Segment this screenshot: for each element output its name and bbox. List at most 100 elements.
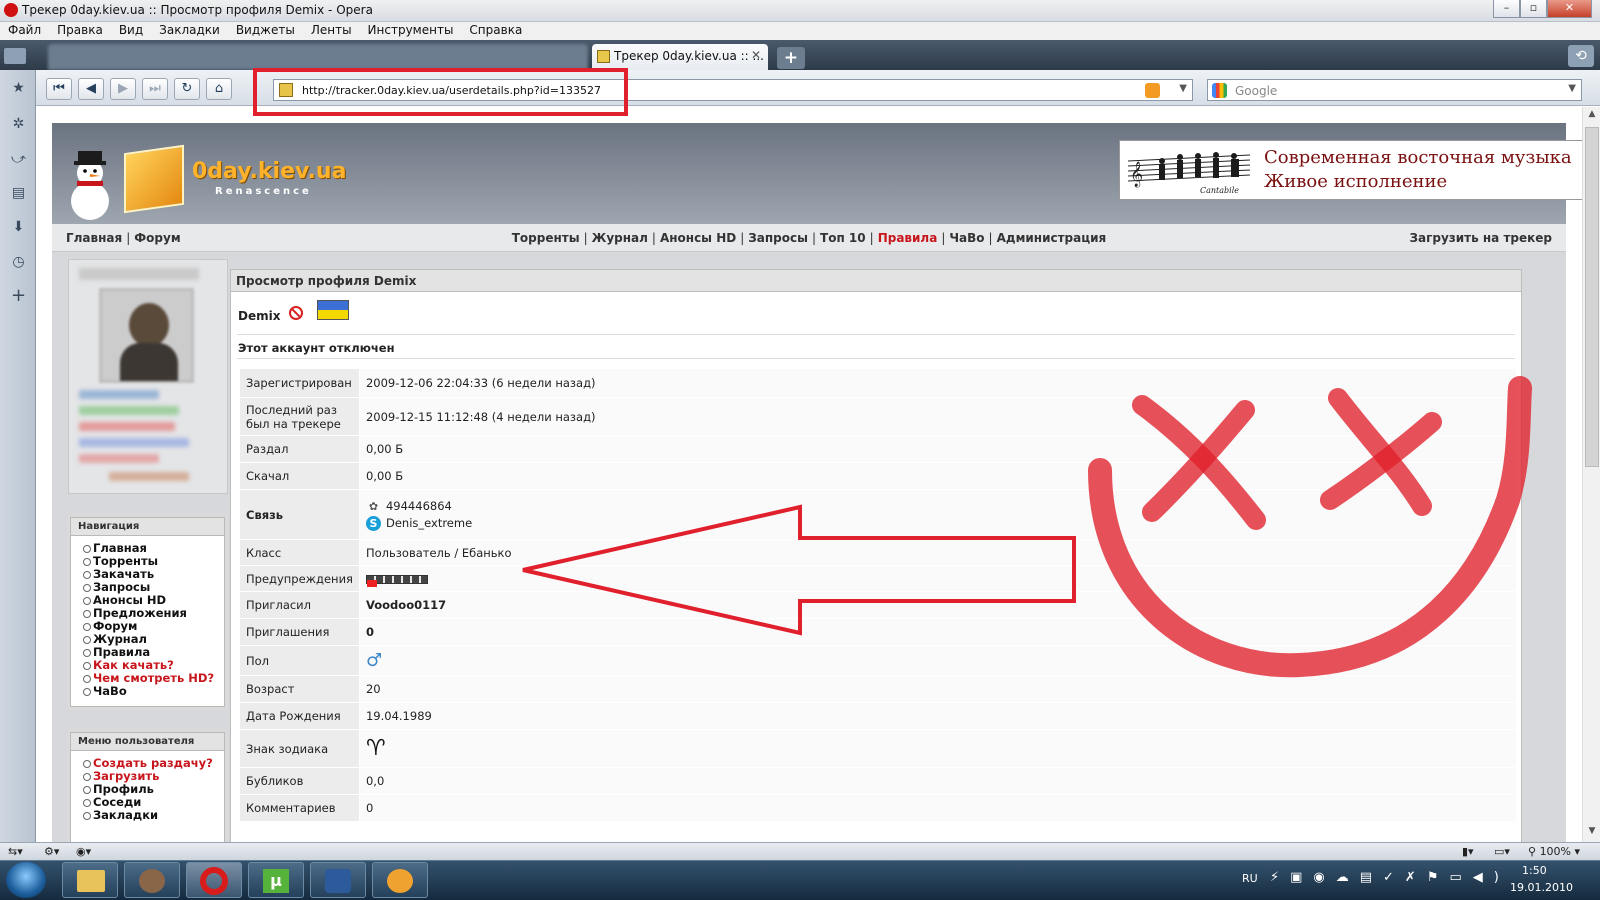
menu-item[interactable]: Ленты: [303, 22, 360, 37]
home-icon[interactable]: ⌂: [206, 78, 232, 100]
site-nav-link[interactable]: Анонсы HD: [660, 231, 736, 245]
scroll-thumb[interactable]: [1585, 127, 1599, 467]
blurred-stat: [79, 406, 179, 415]
profile-row-label: Раздал: [239, 435, 360, 463]
forward-icon[interactable]: ▶: [110, 78, 136, 100]
search-dropdown-icon[interactable]: ▼: [1568, 83, 1576, 94]
address-dropdown-icon[interactable]: ▼: [1179, 83, 1187, 94]
rss-feed-icon[interactable]: [1145, 83, 1160, 98]
minimize-button[interactable]: –: [1493, 0, 1520, 18]
site-nav-link[interactable]: Администрация: [997, 231, 1107, 245]
rewind-icon[interactable]: ⏮: [46, 78, 72, 100]
back-icon[interactable]: ◀: [78, 78, 104, 100]
clock-date[interactable]: 19.01.2010: [1510, 881, 1573, 894]
upload-link[interactable]: Загрузить на трекер: [1409, 231, 1552, 245]
window-title: Трекер 0day.kiev.ua :: Просмотр профиля …: [22, 3, 373, 17]
language-indicator[interactable]: RU: [1242, 872, 1258, 885]
ad-banner[interactable]: 𝄞 Современная восточная музыка Живое исп…: [1119, 140, 1582, 200]
app-taskbar-icon[interactable]: [310, 862, 366, 898]
zoom-value: 100%: [1539, 845, 1572, 858]
profile-row: Скачал 0,00 Б: [239, 462, 1518, 490]
bookmarks-panel-icon[interactable]: ★: [9, 79, 28, 98]
search-field[interactable]: Google ▼: [1207, 79, 1582, 101]
fast-forward-icon[interactable]: ⏭: [142, 78, 168, 100]
links-panel-icon[interactable]: ⤻: [9, 150, 28, 169]
site-nav-link[interactable]: ЧаВо: [949, 231, 984, 245]
tab-active[interactable]: Трекер 0day.kiev.ua :: ... ✕: [592, 44, 768, 70]
opera-taskbar-icon[interactable]: [186, 862, 242, 898]
trash-icon[interactable]: ⟲: [1568, 45, 1594, 67]
site-nav-link[interactable]: Главная: [66, 231, 122, 245]
explorer-taskbar-icon[interactable]: [62, 862, 118, 898]
media-taskbar-icon[interactable]: [124, 862, 180, 898]
tab-background[interactable]: [48, 44, 588, 70]
tab-close-icon[interactable]: ✕: [751, 48, 761, 62]
blurred-stat: [79, 438, 189, 447]
clock-time[interactable]: 1:50: [1522, 864, 1547, 877]
profile-row-label: Бубликов: [239, 767, 360, 795]
vertical-scrollbar[interactable]: ▲ ▼: [1582, 107, 1600, 842]
menu-item[interactable]: Файл: [0, 22, 49, 37]
turbo-icon[interactable]: ⇆▾: [8, 845, 23, 858]
reload-icon[interactable]: ↻: [174, 78, 200, 100]
profile-row-label: Возраст: [239, 675, 360, 703]
menu-item[interactable]: Правка: [49, 22, 111, 37]
view-icon[interactable]: ▮▾: [1462, 845, 1474, 858]
site-nav-link[interactable]: Журнал: [592, 231, 648, 245]
game-taskbar-icon[interactable]: [372, 862, 428, 898]
history-panel-icon[interactable]: ◷: [9, 253, 28, 272]
menu-item[interactable]: Вид: [111, 22, 151, 37]
site-nav-link[interactable]: Форум: [134, 231, 180, 245]
menu-item[interactable]: Виджеты: [228, 22, 303, 37]
add-panel-icon[interactable]: +: [9, 286, 28, 305]
opera-link-icon[interactable]: ◉▾: [76, 845, 91, 858]
new-tab-button[interactable]: +: [777, 47, 805, 69]
scroll-down-icon[interactable]: ▼: [1585, 826, 1599, 840]
start-button[interactable]: [6, 862, 46, 898]
profile-panel: Просмотр профиля Demix Demix Этот аккаун…: [230, 269, 1522, 842]
site-nav-link[interactable]: Торренты: [512, 231, 580, 245]
menu-item[interactable]: Справка: [461, 22, 530, 37]
nav-separator: |: [583, 231, 588, 245]
profile-row-value: 0,0: [358, 767, 1518, 795]
panel-toggle-icon[interactable]: [4, 48, 26, 64]
maximize-button[interactable]: ▫: [1520, 0, 1547, 18]
site-nav-left: Главная | Форум: [66, 231, 181, 245]
close-window-button[interactable]: ✕: [1547, 0, 1592, 18]
nav-separator: |: [869, 231, 874, 245]
sidebar-link[interactable]: Закладки: [83, 809, 224, 822]
profile-row-value[interactable]: Voodoo0117: [358, 591, 1518, 619]
profile-row-value: 0: [358, 794, 1518, 822]
profile-row-value: 20: [358, 675, 1518, 703]
notes-panel-icon[interactable]: ▤: [9, 184, 28, 203]
menu-item[interactable]: Инструменты: [360, 22, 462, 37]
site-nav-link[interactable]: Правила: [878, 231, 938, 245]
site-logo[interactable]: 0day.kiev.ua Renascence: [60, 135, 350, 221]
status-bar: ⇆▾ ⚙▾ ◉▾ ▮▾ ▭▾ ⚲ 100% ▾: [0, 842, 1600, 860]
nav-menu-list: Главная Торренты Закачать Запросы Анонсы HD П…: [71, 536, 224, 698]
utorrent-taskbar-icon[interactable]: µ: [248, 862, 304, 898]
svg-text:𝄞: 𝄞: [1130, 161, 1143, 187]
profile-row-label: Приглашения: [239, 618, 360, 646]
skype-icon: S: [365, 515, 381, 531]
page-content: 0day.kiev.ua Renascence 𝄞 Современная во…: [36, 107, 1582, 842]
profile-row-label: Последний раз был на трекере: [239, 397, 360, 436]
sidebar-link[interactable]: ЧаВо: [83, 685, 224, 698]
male-icon: ♂: [365, 650, 383, 671]
site-nav-link[interactable]: Топ 10: [820, 231, 866, 245]
google-icon[interactable]: [1212, 83, 1227, 98]
site-nav-link[interactable]: Запросы: [748, 231, 808, 245]
menu-item[interactable]: Закладки: [151, 22, 228, 37]
tray-icons[interactable]: ⚡▣◉☁▤✓✗⚑▭◀): [1270, 870, 1510, 885]
unite-icon[interactable]: ⚙▾: [44, 845, 59, 858]
downloads-panel-icon[interactable]: ⬇: [9, 218, 28, 237]
blurred-stat: [79, 390, 159, 399]
zoom-level[interactable]: ⚲ 100% ▾: [1528, 845, 1580, 858]
nav-separator: |: [126, 231, 131, 245]
logo-name: 0day.kiev.ua: [192, 159, 347, 184]
scroll-up-icon[interactable]: ▲: [1585, 109, 1599, 123]
account-disabled-notice: Этот аккаунт отключен: [237, 334, 1515, 359]
layout-icon[interactable]: ▭▾: [1494, 845, 1510, 858]
profile-row-value: 0,00 Б: [358, 462, 1518, 490]
widgets-panel-icon[interactable]: ✲: [9, 115, 28, 134]
